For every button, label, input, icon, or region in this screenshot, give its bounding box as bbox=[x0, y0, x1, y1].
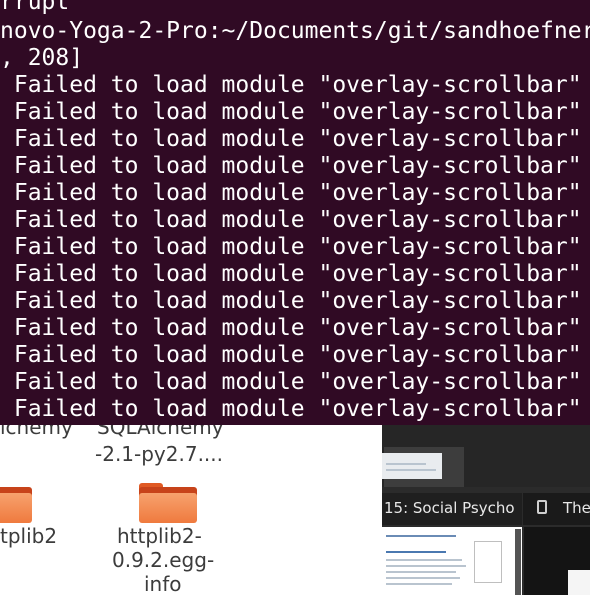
file-label-sqlalchemy-version: -2.1-py2.7.... bbox=[95, 442, 224, 466]
terminal-line: , 208] bbox=[0, 45, 84, 71]
window-tab-the[interactable]: The bbox=[523, 493, 590, 525]
terminal-line: Failed to load module "overlay-scrollbar… bbox=[0, 153, 582, 179]
terminal-line: Failed to load module "overlay-scrollbar… bbox=[0, 261, 582, 287]
file-label-partial: lchemy bbox=[0, 425, 73, 439]
file-label-sqlalchemy: SQLAlchemy bbox=[97, 425, 224, 439]
terminal-line: novo-Yoga-2-Pro:~/Documents/git/sandhoef… bbox=[0, 18, 590, 44]
terminal-line: Failed to load module "overlay-scrollbar… bbox=[0, 396, 582, 422]
thumbnail-preview bbox=[568, 570, 590, 595]
document-icon bbox=[537, 500, 547, 514]
terminal-line: Failed to load module "overlay-scrollbar… bbox=[0, 126, 582, 152]
terminal-line: Failed to load module "overlay-scrollbar… bbox=[0, 315, 582, 341]
window-tab-social-psychology[interactable]: 15: Social Psycho bbox=[382, 493, 522, 525]
terminal-line: rrupt bbox=[0, 0, 70, 15]
terminal-line: Failed to load module "overlay-scrollbar… bbox=[0, 99, 582, 125]
calendar-widget bbox=[474, 541, 502, 583]
folder-label-line: httplib2- bbox=[117, 524, 202, 548]
folder-icon bbox=[139, 483, 197, 523]
window-tab-label: 15: Social Psycho bbox=[384, 499, 515, 517]
folder-icon bbox=[0, 483, 32, 523]
terminal-line: Failed to load module "overlay-scrollbar… bbox=[0, 180, 582, 206]
terminal-line: Failed to load module "overlay-scrollbar… bbox=[0, 369, 582, 395]
terminal-line: Failed to load module "overlay-scrollbar… bbox=[0, 288, 582, 314]
terminal-line: Failed to load module "overlay-scrollbar… bbox=[0, 342, 582, 368]
window-tab-label: The bbox=[563, 499, 590, 517]
folder-label-line: 0.9.2.egg- bbox=[112, 548, 215, 572]
terminal-window[interactable]: rrupt novo-Yoga-2-Pro:~/Documents/git/sa… bbox=[0, 0, 590, 425]
terminal-line: Failed to load module "overlay-scrollbar… bbox=[0, 207, 582, 233]
window-switcher[interactable]: 15: Social Psycho The bbox=[382, 425, 590, 595]
folder-label-line: info bbox=[144, 572, 182, 595]
scrollbar[interactable] bbox=[515, 529, 521, 595]
folder-label: tplib2 bbox=[0, 524, 58, 548]
thumbnail-preview bbox=[382, 453, 442, 479]
terminal-line: Failed to load module "overlay-scrollbar… bbox=[0, 72, 582, 98]
file-manager-view[interactable]: lchemy SQLAlchemy -2.1-py2.7.... tplib2 … bbox=[0, 425, 382, 595]
terminal-line: Failed to load module "overlay-scrollbar… bbox=[0, 234, 582, 260]
